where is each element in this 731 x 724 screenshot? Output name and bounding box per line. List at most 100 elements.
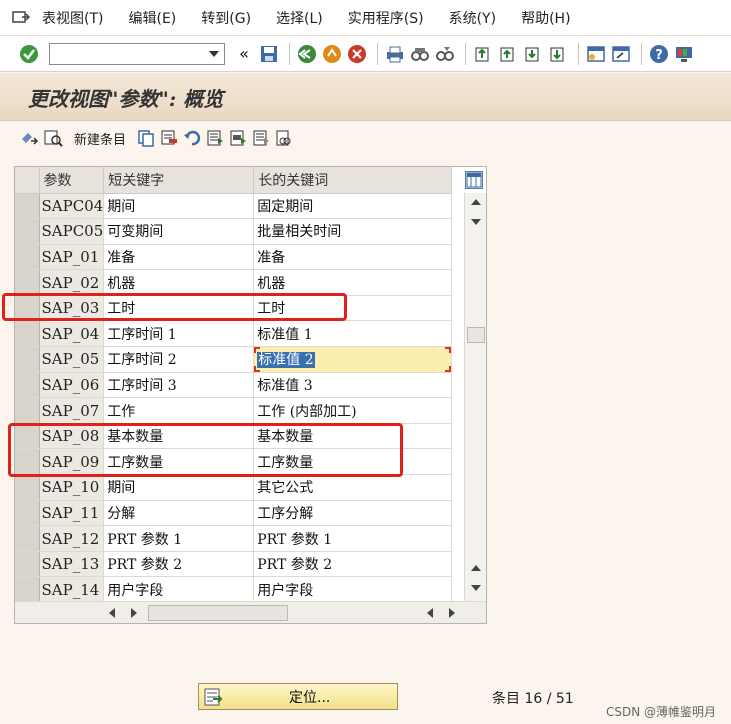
menu-system[interactable]: 系统(Y) — [449, 8, 496, 28]
cell-long-key[interactable]: 准备 — [253, 244, 453, 271]
row-selector[interactable] — [15, 551, 40, 578]
new-entries-button[interactable]: 新建条目 — [74, 129, 126, 148]
row-selector[interactable] — [15, 397, 40, 424]
scroll-right-icon[interactable] — [131, 608, 137, 618]
new-session-icon[interactable] — [585, 43, 607, 65]
cell-short-key[interactable]: 可变期间 — [103, 218, 255, 245]
column-header-short-key[interactable]: 短关键字 — [103, 167, 255, 194]
cell-long-key[interactable]: PRT 参数 2 — [253, 551, 453, 578]
row-selector[interactable] — [15, 320, 40, 348]
find-next-icon[interactable] — [434, 43, 456, 65]
table-row[interactable]: SAP_04 工序时间 1 标准值 1 — [15, 320, 453, 348]
scroll-thumb[interactable] — [467, 327, 485, 343]
find-icon[interactable] — [409, 43, 431, 65]
prev-page-icon[interactable] — [497, 43, 519, 65]
cell-long-key[interactable]: 固定期间 — [253, 193, 453, 220]
scroll-down-bottom-icon[interactable] — [471, 585, 481, 591]
menu-edit[interactable]: 编辑(E) — [128, 8, 176, 28]
table-settings-icon[interactable] — [465, 171, 483, 189]
cell-long-key[interactable]: 用户字段 — [253, 576, 453, 603]
column-header-long-key[interactable]: 长的关键词 — [253, 167, 453, 194]
row-selector[interactable] — [15, 218, 40, 245]
scroll-up-bottom-icon[interactable] — [471, 565, 481, 571]
cell-short-key[interactable]: 期间 — [103, 474, 255, 501]
cell-short-key[interactable]: 期间 — [103, 193, 255, 220]
row-selector[interactable] — [15, 500, 40, 527]
menu-utilities[interactable]: 实用程序(S) — [348, 8, 424, 28]
back-icon[interactable] — [296, 43, 318, 65]
delete-icon[interactable] — [159, 128, 179, 148]
horizontal-scroll-thumb[interactable] — [148, 605, 288, 621]
save-icon[interactable] — [258, 43, 280, 65]
cell-long-key[interactable]: 机器 — [253, 269, 453, 296]
table-row[interactable]: SAP_06 工序时间 3 标准值 3 — [15, 372, 453, 399]
column-header-parameter[interactable]: 参数 — [39, 167, 105, 194]
copy-icon[interactable] — [136, 128, 156, 148]
table-row[interactable]: SAPC04 期间 固定期间 — [15, 193, 453, 220]
table-row[interactable]: SAP_12 PRT 参数 1 PRT 参数 1 — [15, 525, 453, 552]
cell-long-key[interactable]: 批量相关时间 — [253, 218, 453, 245]
system-menu-icon[interactable] — [12, 10, 34, 26]
cell-long-key[interactable]: 标准值 1 — [253, 320, 453, 348]
cell-short-key[interactable]: 工序时间 1 — [103, 320, 255, 348]
help-icon[interactable]: ? — [648, 43, 670, 65]
cell-long-key[interactable]: 标准值 2 — [253, 346, 453, 373]
table-row[interactable]: SAP_01 准备 准备 — [15, 244, 453, 271]
deselect-all-icon[interactable] — [251, 128, 271, 148]
first-page-icon[interactable] — [472, 43, 494, 65]
table-row[interactable]: SAPC05 可变期间 批量相关时间 — [15, 218, 453, 245]
cell-long-key[interactable]: 标准值 3 — [253, 372, 453, 399]
row-selector[interactable] — [15, 372, 40, 399]
check-icon[interactable] — [18, 43, 40, 65]
row-selector[interactable] — [15, 193, 40, 220]
shortcut-icon[interactable] — [610, 43, 632, 65]
menu-selection[interactable]: 选择(L) — [276, 8, 323, 28]
row-selector[interactable] — [15, 474, 40, 501]
cell-short-key[interactable]: 工作 — [103, 397, 255, 424]
cell-short-key[interactable]: 工序时间 2 — [103, 346, 255, 373]
scroll-up-top-icon[interactable] — [471, 199, 481, 205]
table-row[interactable]: SAP_10 期间 其它公式 — [15, 474, 453, 501]
scroll-left-end-icon[interactable] — [427, 608, 433, 618]
scroll-left-icon[interactable] — [109, 608, 115, 618]
menu-help[interactable]: 帮助(H) — [521, 8, 570, 28]
cell-short-key[interactable]: PRT 参数 2 — [103, 551, 255, 578]
locate-button[interactable]: 定位... — [198, 683, 398, 710]
menu-goto[interactable]: 转到(G) — [201, 8, 251, 28]
table-row[interactable]: SAP_13 PRT 参数 2 PRT 参数 2 — [15, 551, 453, 578]
table-row[interactable]: SAP_11 分解 工序分解 — [15, 500, 453, 527]
selected-text[interactable]: 标准值 2 — [257, 352, 315, 369]
horizontal-scrollbar[interactable] — [15, 601, 486, 623]
exit-icon[interactable] — [321, 43, 343, 65]
table-row[interactable]: SAP_02 机器 机器 — [15, 269, 453, 296]
display-change-icon[interactable] — [20, 128, 40, 148]
cell-short-key[interactable]: 分解 — [103, 500, 255, 527]
row-selector[interactable] — [15, 269, 40, 296]
menu-table-view[interactable]: 表视图(T) — [42, 8, 103, 28]
print-view-icon[interactable] — [274, 128, 294, 148]
row-selector[interactable] — [15, 346, 40, 373]
cell-short-key[interactable]: 机器 — [103, 269, 255, 296]
table-row[interactable]: SAP_07 工作 工作 (内部加工) — [15, 397, 453, 424]
cell-short-key[interactable]: PRT 参数 1 — [103, 525, 255, 552]
cell-long-key[interactable]: 工作 (内部加工) — [253, 397, 453, 424]
row-selector[interactable] — [15, 244, 40, 271]
cell-long-key[interactable]: 工序分解 — [253, 500, 453, 527]
row-selector[interactable] — [15, 576, 40, 603]
collapse-icon[interactable]: « — [233, 43, 255, 65]
next-page-icon[interactable] — [522, 43, 544, 65]
cell-long-key[interactable]: 其它公式 — [253, 474, 453, 501]
table-row[interactable]: SAP_14 用户字段 用户字段 — [15, 576, 453, 603]
scroll-down-top-icon[interactable] — [471, 219, 481, 225]
table-row[interactable]: SAP_05 工序时间 2 标准值 2 — [15, 346, 453, 373]
print-icon[interactable] — [384, 43, 406, 65]
last-page-icon[interactable] — [547, 43, 569, 65]
row-selector[interactable] — [15, 525, 40, 552]
cell-long-key[interactable]: PRT 参数 1 — [253, 525, 453, 552]
scroll-right-end-icon[interactable] — [449, 608, 455, 618]
chevron-down-icon[interactable] — [209, 50, 219, 57]
cell-short-key[interactable]: 工序时间 3 — [103, 372, 255, 399]
command-field[interactable] — [49, 42, 225, 65]
select-block-icon[interactable] — [228, 128, 248, 148]
cancel-icon[interactable] — [346, 43, 368, 65]
